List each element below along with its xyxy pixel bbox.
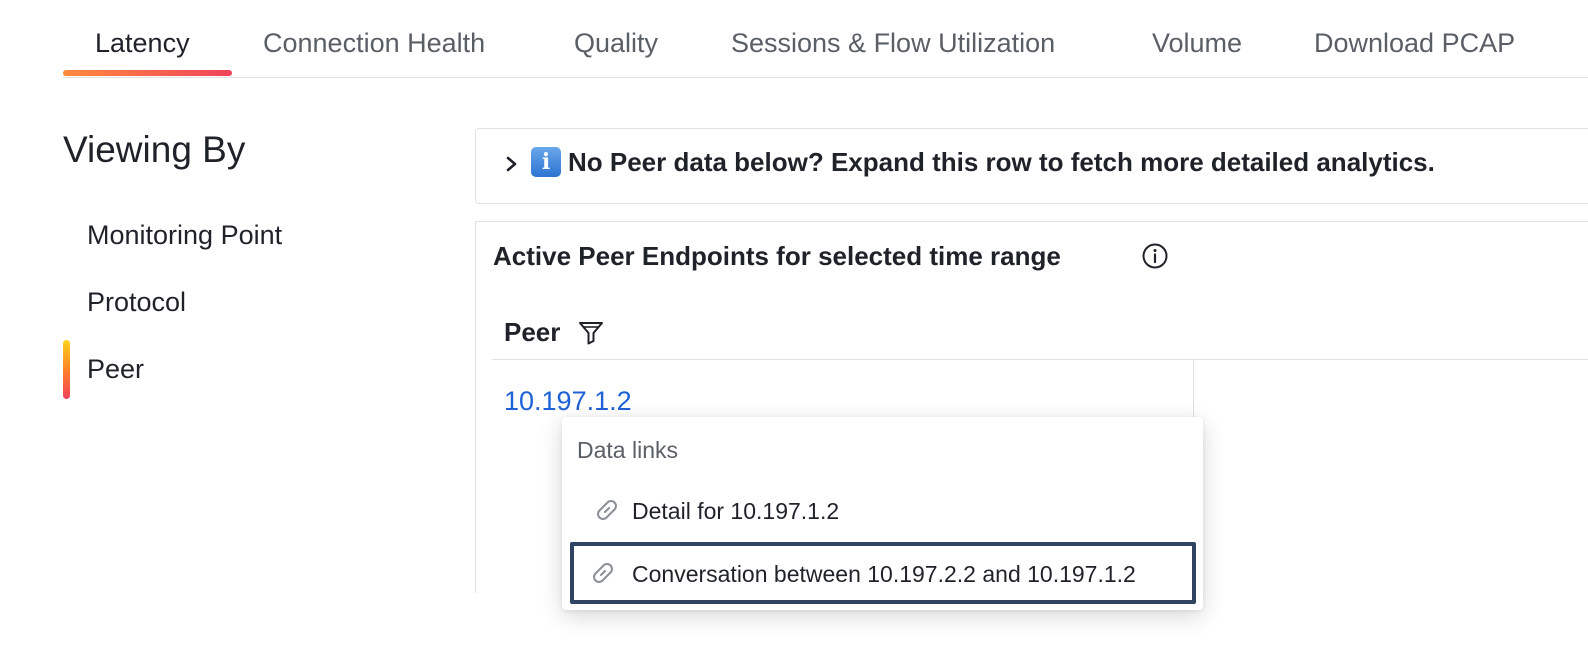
table-header-divider [492, 359, 1588, 360]
page: Latency Connection Health Quality Sessio… [0, 0, 1588, 670]
filter-icon[interactable] [577, 318, 605, 346]
link-icon [597, 500, 617, 520]
sidebar-item-peer[interactable]: Peer [87, 352, 144, 386]
tab-latency[interactable]: Latency [95, 26, 190, 60]
panel-title: Active Peer Endpoints for selected time … [493, 241, 1061, 271]
information-emoji-icon: i [531, 147, 561, 177]
column-header-peer: Peer [504, 317, 561, 347]
data-links-popup: Data links Detail for 10.197.1.2 Convers… [562, 417, 1203, 610]
expand-row-text: No Peer data below? Expand this row to f… [568, 147, 1435, 177]
sidebar-item-monitoring-point[interactable]: Monitoring Point [87, 218, 282, 252]
data-link-detail[interactable]: Detail for 10.197.1.2 [570, 479, 1196, 541]
data-link-conversation[interactable]: Conversation between 10.197.2.2 and 10.1… [570, 542, 1196, 604]
tab-bar: Latency Connection Health Quality Sessio… [0, 0, 1588, 78]
tab-bar-divider [63, 77, 1588, 78]
sidebar-selected-indicator [63, 340, 70, 399]
tab-connection-health[interactable]: Connection Health [263, 26, 485, 60]
data-link-label: Detail for 10.197.1.2 [632, 498, 840, 524]
info-icon[interactable] [1141, 242, 1169, 270]
sidebar-item-protocol[interactable]: Protocol [87, 285, 186, 319]
chevron-right-icon[interactable] [502, 149, 522, 179]
link-icon [593, 563, 613, 583]
data-link-label: Conversation between 10.197.2.2 and 10.1… [632, 561, 1136, 587]
tab-volume[interactable]: Volume [1152, 26, 1242, 60]
peer-link[interactable]: 10.197.1.2 [504, 384, 632, 418]
popup-header: Data links [577, 437, 678, 463]
tab-download-pcap[interactable]: Download PCAP [1314, 26, 1515, 60]
expand-detailed-analytics-row[interactable]: i No Peer data below? Expand this row to… [475, 128, 1588, 204]
tab-quality[interactable]: Quality [574, 26, 658, 60]
active-tab-indicator [63, 70, 232, 76]
tab-sessions-flow-utilization[interactable]: Sessions & Flow Utilization [731, 26, 1055, 60]
viewing-by-title: Viewing By [63, 129, 246, 170]
